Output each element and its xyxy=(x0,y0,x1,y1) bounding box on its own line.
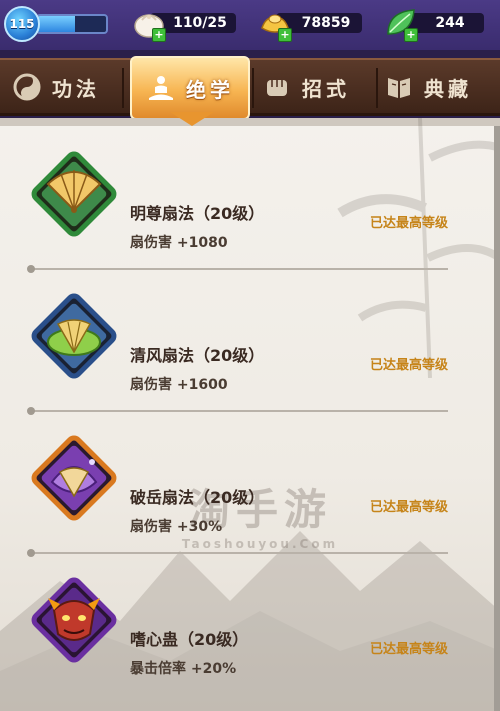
skill-name: 破岳扇法（20级） xyxy=(130,488,265,507)
level-badge[interactable]: 115 xyxy=(4,6,40,42)
add-stamina-icon[interactable]: + xyxy=(152,28,166,42)
gold-resource[interactable]: + 78859 xyxy=(258,10,362,42)
tab-bar: 功法 绝学 招式 典藏 xyxy=(0,56,500,120)
tab-juexue-label: 绝学 xyxy=(186,77,234,102)
add-jade-icon[interactable]: + xyxy=(404,28,418,42)
skill-effect: 暴击倍率 +20% xyxy=(130,661,237,677)
skill-effect: 扇伤害 +1600 xyxy=(130,377,228,393)
tab-diancang[interactable]: 典藏 xyxy=(384,60,472,114)
skill-effect: 扇伤害 +30% xyxy=(130,519,223,535)
tab-juexue[interactable]: 绝学 xyxy=(130,56,250,120)
xp-bar xyxy=(36,14,108,34)
skill-row[interactable]: 嗜心蛊（20级） 暴击倍率 +20% 已达最高等级 xyxy=(0,574,494,694)
demon-mask-icon xyxy=(31,577,117,663)
active-tab-pointer xyxy=(170,112,214,126)
fist-icon xyxy=(267,80,287,96)
purple-fan-icon xyxy=(31,435,117,521)
tab-divider xyxy=(252,68,254,108)
tab-zhaoshi[interactable]: 招式 xyxy=(262,60,350,114)
skill-status: 已达最高等级 xyxy=(370,358,449,373)
leaf-fan-icon xyxy=(31,293,117,379)
skill-name: 明尊扇法（20级） xyxy=(130,204,265,223)
meditation-icon xyxy=(149,76,173,100)
gongfa-icon xyxy=(13,73,41,101)
skill-effect: 扇伤害 +1080 xyxy=(130,235,228,251)
skill-status: 已达最高等级 xyxy=(370,216,449,231)
divider xyxy=(27,407,448,415)
scrollbar[interactable] xyxy=(494,126,500,711)
stamina-resource[interactable]: + 110/25 xyxy=(132,10,236,42)
skill-row[interactable]: 清风扇法（20级） 扇伤害 +1600 已达最高等级 xyxy=(0,290,494,410)
skill-list-panel[interactable]: 淘手游 Taoshouyou.Com 明尊扇法（20级） 扇伤害 +1080 已… xyxy=(0,118,500,711)
tab-diancang-label: 典藏 xyxy=(424,76,472,101)
divider xyxy=(27,265,448,273)
skill-row[interactable]: 明尊扇法（20级） 扇伤害 +1080 已达最高等级 xyxy=(0,148,494,268)
resource-bar: 115 + 110/25 + 78859 + 244 xyxy=(0,0,500,50)
tab-gongfa-label: 功法 xyxy=(52,76,100,101)
skill-name: 清风扇法（20级） xyxy=(130,346,265,365)
golden-fan-icon xyxy=(31,151,117,237)
skill-row[interactable]: 破岳扇法（20级） 扇伤害 +30% 已达最高等级 xyxy=(0,432,494,552)
skill-status: 已达最高等级 xyxy=(370,642,449,657)
tab-zhaoshi-label: 招式 xyxy=(302,76,350,101)
divider xyxy=(27,549,448,557)
book-icon xyxy=(388,78,410,98)
add-gold-icon[interactable]: + xyxy=(278,28,292,42)
xp-bar-fill xyxy=(38,16,76,32)
skill-status: 已达最高等级 xyxy=(370,500,449,515)
tab-gongfa[interactable]: 功法 xyxy=(12,60,100,114)
skill-name: 嗜心蛊（20级） xyxy=(130,630,249,649)
tab-divider xyxy=(122,68,124,108)
tab-divider xyxy=(376,68,378,108)
jade-resource[interactable]: + 244 xyxy=(384,9,484,42)
